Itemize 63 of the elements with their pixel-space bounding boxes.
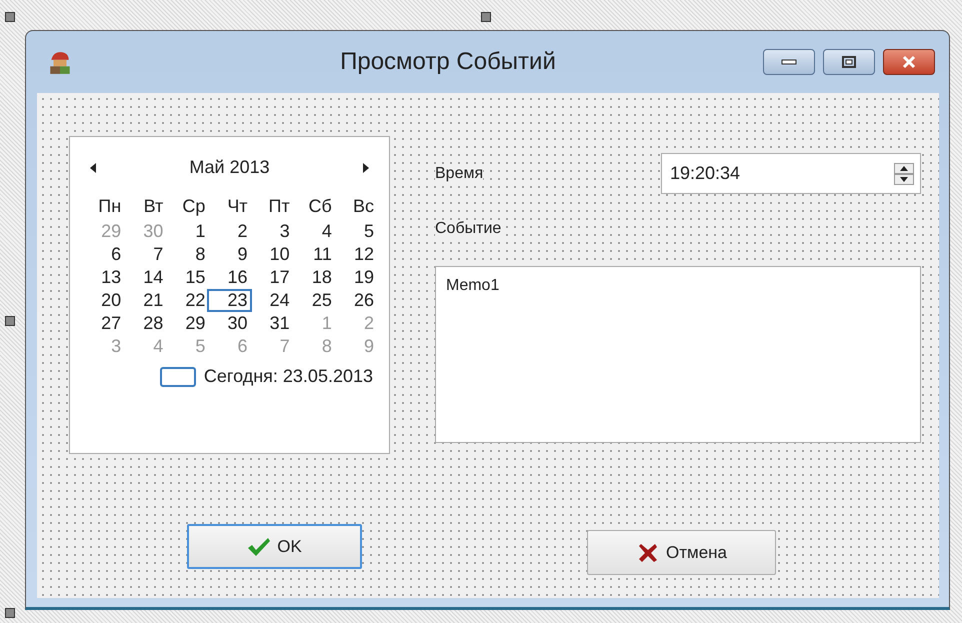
- checkmark-icon: [247, 536, 272, 556]
- calendar-day[interactable]: 20: [82, 290, 124, 311]
- calendar-day[interactable]: 6: [82, 244, 124, 265]
- calendar-day[interactable]: 23: [208, 290, 251, 311]
- calendar-day[interactable]: 8: [166, 244, 208, 265]
- calendar-day[interactable]: 18: [292, 267, 335, 288]
- weekday-label: Пт: [268, 196, 291, 217]
- weekday-label: Пн: [97, 196, 122, 217]
- calendar-day[interactable]: 3: [250, 221, 293, 242]
- calendar-day[interactable]: 1: [166, 221, 208, 242]
- memo-field[interactable]: Memo1: [435, 266, 921, 443]
- calendar-day[interactable]: 5: [334, 221, 377, 242]
- calendar-day[interactable]: 17: [250, 267, 293, 288]
- calendar-day[interactable]: 24: [250, 290, 293, 311]
- calendar-day[interactable]: 25: [292, 290, 335, 311]
- calendar-day[interactable]: 31: [250, 313, 293, 334]
- minimize-button[interactable]: [763, 49, 815, 75]
- ok-button[interactable]: OK: [187, 524, 362, 569]
- grab-handle[interactable]: [5, 12, 15, 22]
- calendar-day[interactable]: 26: [334, 290, 377, 311]
- minimize-icon: [781, 58, 797, 66]
- calendar-day[interactable]: 28: [124, 313, 166, 334]
- calendar-day[interactable]: 22: [166, 290, 208, 311]
- close-button[interactable]: [883, 49, 935, 75]
- previous-month-icon[interactable]: [90, 162, 96, 172]
- calendar-day[interactable]: 14: [124, 267, 166, 288]
- weekday-label: Чт: [226, 196, 249, 217]
- cross-icon: [636, 542, 660, 562]
- grab-handle[interactable]: [481, 12, 491, 22]
- event-label: Событие: [435, 220, 502, 238]
- today-link[interactable]: Сегодня: 23.05.2013: [204, 366, 373, 387]
- calendar-day[interactable]: 12: [334, 244, 377, 265]
- calendar-day[interactable]: 13: [82, 267, 124, 288]
- month-title: Май 2013: [189, 157, 270, 178]
- calendar-day[interactable]: 29: [166, 313, 208, 334]
- weekday-label: Ср: [181, 196, 206, 217]
- calendar-day[interactable]: 16: [208, 267, 251, 288]
- calendar-day[interactable]: 19: [334, 267, 377, 288]
- spin-icon[interactable]: [894, 162, 914, 184]
- window-title: Просмотр Событий: [339, 48, 557, 76]
- maximize-icon: [842, 56, 856, 68]
- weekday-label: Вс: [352, 196, 375, 217]
- weekday-label: Вт: [142, 196, 164, 217]
- calendar-day[interactable]: 2: [208, 221, 251, 242]
- calendar-day[interactable]: 9: [208, 244, 251, 265]
- today-marker: [160, 366, 196, 386]
- grab-handle[interactable]: [5, 608, 15, 618]
- cancel-button[interactable]: Отмена: [587, 530, 776, 575]
- next-month-icon[interactable]: [363, 162, 369, 172]
- close-icon: [901, 55, 917, 69]
- calendar-day[interactable]: 10: [250, 244, 293, 265]
- time-label: Время: [435, 164, 484, 182]
- calendar-day[interactable]: 7: [124, 244, 166, 265]
- maximize-button[interactable]: [823, 49, 875, 75]
- calendar-day[interactable]: 27: [82, 313, 124, 334]
- calendar-day[interactable]: 11: [292, 244, 335, 265]
- calendar-day[interactable]: 4: [292, 221, 335, 242]
- calendar-day[interactable]: 15: [166, 267, 208, 288]
- grab-handle[interactable]: [5, 316, 15, 326]
- weekday-label: Сб: [308, 196, 333, 217]
- time-field[interactable]: 19:20:34: [661, 153, 921, 194]
- calendar-day[interactable]: 21: [124, 290, 166, 311]
- calendar-day[interactable]: 30: [208, 313, 251, 334]
